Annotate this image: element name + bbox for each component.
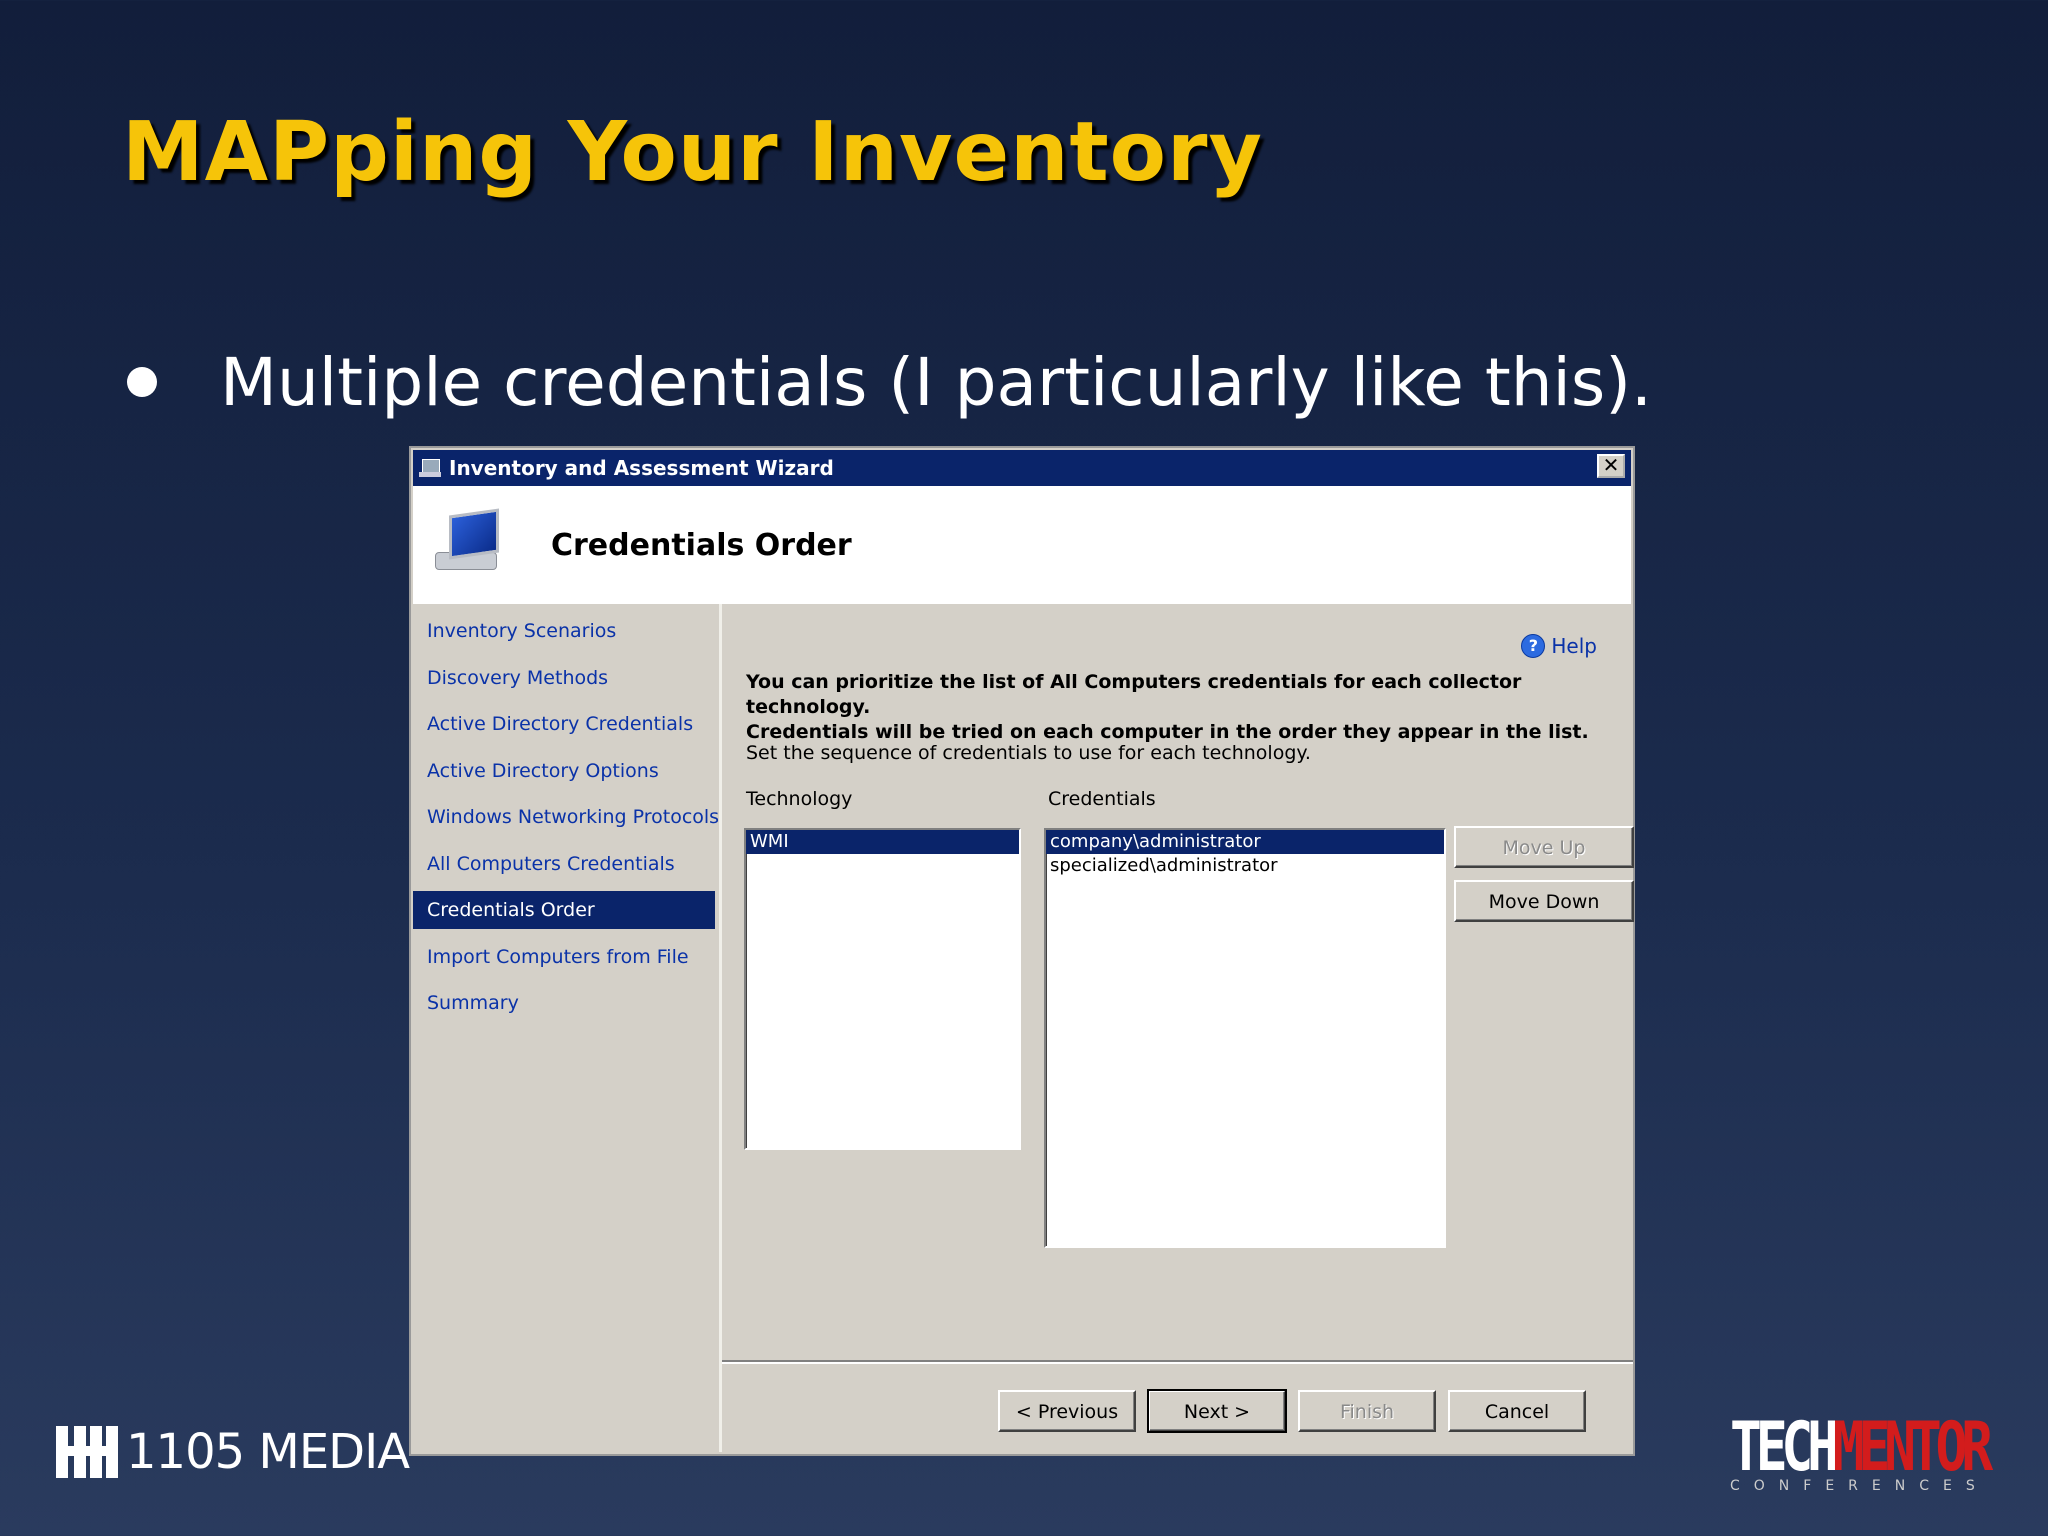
description: You can prioritize the list of All Compu… bbox=[746, 670, 1626, 745]
next-button[interactable]: Next > bbox=[1147, 1389, 1287, 1433]
nav-item[interactable]: Summary bbox=[413, 984, 715, 1022]
bullet-dot bbox=[127, 367, 157, 397]
window-title: Inventory and Assessment Wizard bbox=[449, 456, 834, 480]
cancel-button[interactable]: Cancel bbox=[1448, 1390, 1586, 1432]
credential-item[interactable]: company\administrator bbox=[1046, 830, 1444, 854]
technology-item[interactable]: WMI bbox=[746, 830, 1019, 854]
instruction-text: Set the sequence of credentials to use f… bbox=[746, 742, 1311, 764]
close-icon: ✕ bbox=[1602, 453, 1620, 477]
wizard-nav: Inventory Scenarios Discovery Methods Acti… bbox=[413, 604, 722, 1452]
app-icon bbox=[419, 457, 443, 479]
slide-title: MAPping Your Inventory bbox=[122, 105, 1263, 200]
techmentor-mentor-text: MENTOR bbox=[1832, 1408, 1993, 1487]
help-link[interactable]: ? Help bbox=[1521, 634, 1597, 658]
nav-item[interactable]: Import Computers from File bbox=[413, 938, 715, 976]
move-down-button[interactable]: Move Down bbox=[1454, 880, 1634, 922]
nav-item[interactable]: All Computers Credentials bbox=[413, 845, 715, 883]
finish-button[interactable]: Finish bbox=[1298, 1390, 1436, 1432]
footer-separator bbox=[722, 1360, 1633, 1364]
wizard-dialog: Inventory and Assessment Wizard ✕ Creden… bbox=[409, 446, 1635, 1456]
nav-item[interactable]: Discovery Methods bbox=[413, 659, 715, 697]
computer-icon bbox=[435, 508, 501, 574]
technology-listbox[interactable]: WMI bbox=[744, 828, 1021, 1150]
nav-item[interactable]: Active Directory Options bbox=[413, 752, 715, 790]
close-button[interactable]: ✕ bbox=[1597, 454, 1625, 478]
description-line-1: You can prioritize the list of All Compu… bbox=[746, 671, 1522, 718]
help-icon: ? bbox=[1521, 634, 1546, 658]
header-band: Credentials Order bbox=[411, 486, 1633, 604]
nav-item[interactable]: Active Directory Credentials bbox=[413, 705, 715, 743]
media-logo-text: 1105 MEDIA bbox=[126, 1424, 410, 1480]
credential-item[interactable]: specialized\administrator bbox=[1046, 854, 1444, 878]
help-label: Help bbox=[1551, 634, 1597, 658]
move-up-button[interactable]: Move Up bbox=[1454, 826, 1634, 868]
credentials-listbox[interactable]: company\administrator specialized\adminis… bbox=[1044, 828, 1446, 1248]
nav-item[interactable]: Windows Networking Protocols bbox=[413, 798, 719, 836]
dialog-titlebar[interactable]: Inventory and Assessment Wizard ✕ bbox=[411, 448, 1633, 486]
dialog-body: Inventory Scenarios Discovery Methods Acti… bbox=[411, 604, 1634, 1454]
nav-item[interactable]: Inventory Scenarios bbox=[413, 612, 715, 650]
credentials-label: Credentials bbox=[1048, 788, 1156, 810]
nav-item[interactable]: Credentials Order bbox=[413, 891, 715, 929]
content-pane: ? Help You can prioritize the list of Al… bbox=[722, 604, 1634, 1452]
techmentor-tech-text: TECH bbox=[1730, 1408, 1839, 1487]
nav-list: Inventory Scenarios Discovery Methods Acti… bbox=[413, 604, 719, 1022]
bullet-text: Multiple credentials (I particularly lik… bbox=[220, 344, 1652, 421]
page-title: Credentials Order bbox=[551, 528, 852, 563]
technology-label: Technology bbox=[746, 788, 853, 810]
logo-1105-media: 1105 MEDIA bbox=[56, 1424, 410, 1480]
media-logo-icon bbox=[56, 1426, 118, 1478]
logo-techmentor: TECHMENTOR CONFERENCES bbox=[1730, 1412, 2048, 1495]
previous-button[interactable]: < Previous bbox=[998, 1390, 1136, 1432]
